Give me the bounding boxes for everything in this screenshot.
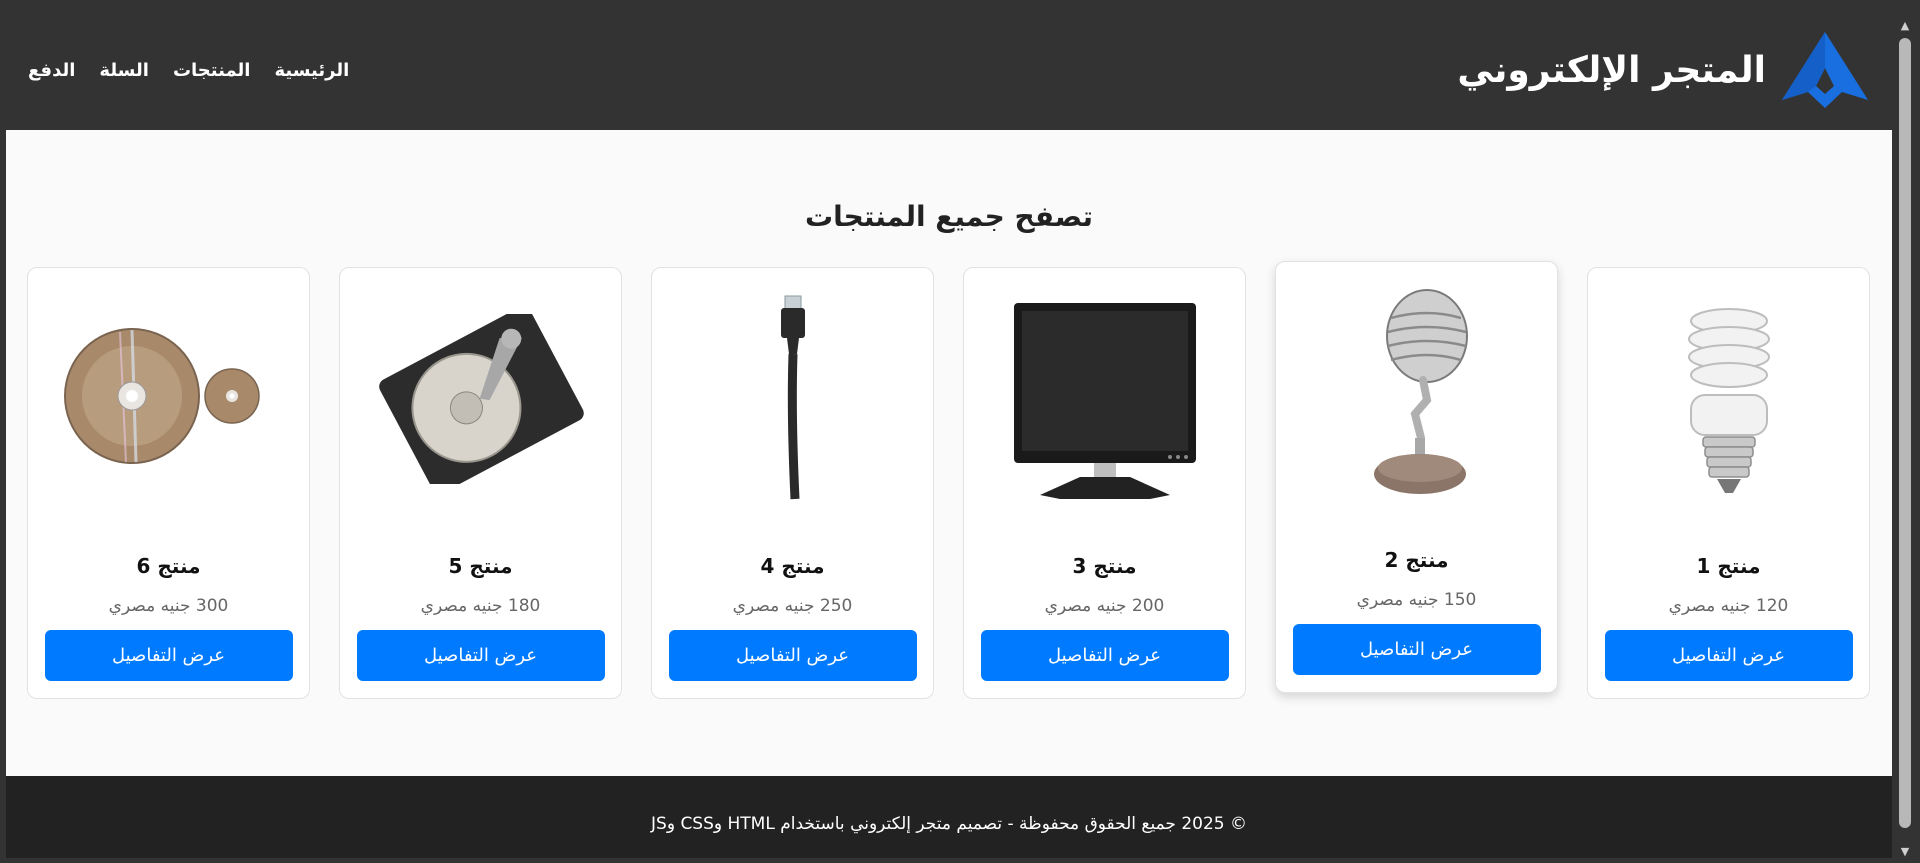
product-name: منتج 4: [760, 554, 825, 578]
view-details-button[interactable]: عرض التفاصيل: [1604, 630, 1853, 681]
product-price: 180 جنيه مصري: [420, 596, 541, 616]
nav-products[interactable]: المنتجات: [173, 60, 251, 81]
product-image-microphone[interactable]: [1292, 278, 1542, 508]
product-grid: منتج 1 120 جنيه مصري عرض التفاصيل منتج 2…: [27, 261, 1870, 699]
product-card: منتج 3 200 جنيه مصري عرض التفاصيل: [963, 267, 1246, 699]
product-price: 300 جنيه مصري: [108, 596, 229, 616]
view-details-button[interactable]: عرض التفاصيل: [356, 630, 605, 681]
monitor-icon: [1013, 303, 1196, 499]
hard-drive-icon: [378, 314, 584, 484]
product-price: 250 جنيه مصري: [732, 596, 853, 616]
product-price: 120 جنيه مصري: [1668, 596, 1789, 616]
microphone-icon: [1373, 289, 1468, 494]
store-logo-icon: [1782, 32, 1868, 108]
product-price: 200 جنيه مصري: [1044, 596, 1165, 616]
main-nav: الرئيسية المنتجات السلة الدفع: [28, 60, 349, 81]
footer-copyright: © 2025 جميع الحقوق محفوظة - تصميم متجر إ…: [651, 814, 1248, 834]
nav-home[interactable]: الرئيسية: [274, 60, 349, 81]
scroll-down-arrow-icon[interactable]: ▼: [1898, 844, 1912, 858]
product-image-hard-drive[interactable]: [356, 284, 606, 514]
section-title: تصفح جميع المنتجات: [804, 200, 1093, 233]
product-name: منتج 5: [448, 554, 513, 578]
main-content: تصفح جميع المنتجات منتج 1 120 جنيه مصري …: [6, 130, 1892, 776]
view-details-button[interactable]: عرض التفاصيل: [44, 630, 293, 681]
nav-cart[interactable]: السلة: [99, 60, 149, 81]
product-card: منتج 4 250 جنيه مصري عرض التفاصيل: [651, 267, 934, 699]
product-card: منتج 5 180 جنيه مصري عرض التفاصيل: [339, 267, 622, 699]
nav-checkout[interactable]: الدفع: [28, 60, 75, 81]
view-details-button[interactable]: عرض التفاصيل: [980, 630, 1229, 681]
product-name: منتج 2: [1384, 548, 1449, 572]
product-name: منتج 3: [1072, 554, 1137, 578]
view-details-button[interactable]: عرض التفاصيل: [1292, 624, 1541, 675]
product-image-network-cable[interactable]: [668, 284, 918, 514]
product-name: منتج 1: [1696, 554, 1761, 578]
product-image-discs[interactable]: [44, 284, 294, 514]
site-header: المتجر الإلكتروني الرئيسية المنتجات السل…: [6, 10, 1892, 130]
product-price: 150 جنيه مصري: [1356, 590, 1477, 610]
network-cable-icon: [780, 295, 805, 500]
discs-icon: [63, 328, 260, 464]
product-card: منتج 6 300 جنيه مصري عرض التفاصيل: [27, 267, 310, 699]
site-footer: © 2025 جميع الحقوق محفوظة - تصميم متجر إ…: [6, 776, 1892, 858]
vertical-scrollbar[interactable]: ▲ ▼: [1896, 18, 1914, 858]
scroll-thumb[interactable]: [1899, 38, 1911, 828]
product-card: منتج 1 120 جنيه مصري عرض التفاصيل: [1587, 267, 1870, 699]
light-bulb-icon: [1687, 308, 1770, 493]
product-name: منتج 6: [136, 554, 201, 578]
product-image-light-bulb[interactable]: [1604, 284, 1854, 514]
brand[interactable]: المتجر الإلكتروني: [1457, 30, 1870, 110]
brand-title: المتجر الإلكتروني: [1457, 49, 1766, 91]
view-details-button[interactable]: عرض التفاصيل: [668, 630, 917, 681]
product-image-monitor[interactable]: [980, 284, 1230, 514]
product-card: منتج 2 150 جنيه مصري عرض التفاصيل: [1275, 261, 1558, 693]
scroll-up-arrow-icon[interactable]: ▲: [1898, 18, 1912, 32]
browser-viewport: المتجر الإلكتروني الرئيسية المنتجات السل…: [6, 10, 1892, 858]
